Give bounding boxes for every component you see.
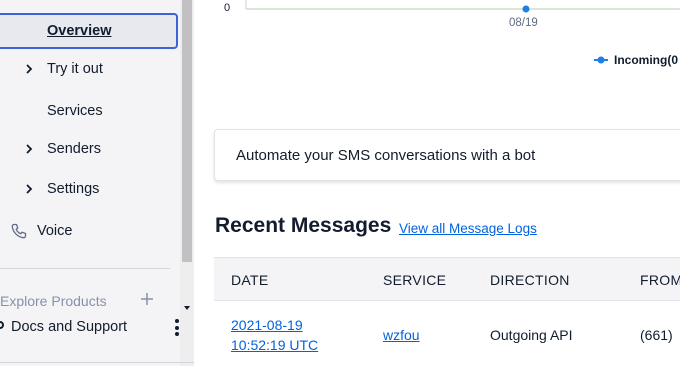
column-header-date: DATE [231,272,269,288]
messages-table-header: DATE SERVICE DIRECTION FROM [214,257,680,301]
sidebar-bottom-divider [0,362,194,363]
sidebar: Overview Try it out Services Senders Set… [0,0,194,366]
chevron-right-icon [26,144,33,154]
chevron-right-icon [26,64,33,74]
sidebar-item-label: Settings [47,181,100,197]
message-service-link[interactable]: wzfou [383,325,420,345]
sidebar-item-senders[interactable]: Senders [0,131,180,167]
docs-icon [0,321,4,329]
sidebar-item-overview[interactable]: Overview [0,13,178,49]
chart-y-tick-label: 0 [224,2,231,14]
column-header-service: SERVICE [383,272,447,288]
message-from: (661) [640,327,673,343]
sidebar-item-label: Services [47,103,103,119]
bot-automation-card[interactable]: Automate your SMS conversations with a b… [214,129,680,181]
view-all-message-logs-link[interactable]: View all Message Logs [399,221,537,236]
chart-data-point [522,5,530,13]
sidebar-divider [0,268,170,269]
message-time-link[interactable]: 10:52:19 UTC [231,335,318,355]
scroll-down-arrow-icon[interactable] [182,304,192,312]
recent-messages-title: Recent Messages [215,214,392,237]
column-header-direction: DIRECTION [490,272,570,288]
main-content: 0 08/19 Incoming(0 Automate your SMS con… [194,0,680,366]
chart-x-tick-label: 08/19 [509,17,538,29]
sidebar-item-settings[interactable]: Settings [0,171,180,207]
plus-icon[interactable] [140,292,154,306]
sidebar-item-label: Voice [37,223,73,239]
bot-card-text: Automate your SMS conversations with a b… [236,147,536,164]
chevron-right-icon [26,184,33,194]
table-row: 2021-08-19 10:52:19 UTC wzfou Outgoing A… [214,301,680,366]
docs-and-support-link[interactable]: Docs and Support [11,319,127,335]
chart-plot [245,0,680,13]
explore-products-label[interactable]: Explore Products [0,293,107,309]
legend-label: Incoming(0 [614,53,679,67]
chart-legend-item[interactable]: Incoming(0 [594,53,678,67]
sidebar-item-services[interactable]: Services [0,93,180,129]
legend-marker-icon [594,56,608,64]
sidebar-item-label: Overview [47,23,112,39]
sidebar-scrollbar-thumb[interactable] [182,0,192,262]
column-header-from: FROM [640,272,680,288]
sidebar-item-try-it-out[interactable]: Try it out [0,51,180,87]
sidebar-item-label: Senders [47,141,102,157]
messages-chart: 0 08/19 Incoming(0 [194,0,680,110]
message-direction: Outgoing API [490,327,573,343]
sidebar-nav: Overview Try it out Services Senders Set… [0,0,180,366]
message-date-link[interactable]: 2021-08-19 [231,315,303,335]
sidebar-item-label: Try it out [47,61,103,77]
phone-icon [11,223,27,239]
sidebar-item-voice[interactable]: Voice [0,213,180,249]
